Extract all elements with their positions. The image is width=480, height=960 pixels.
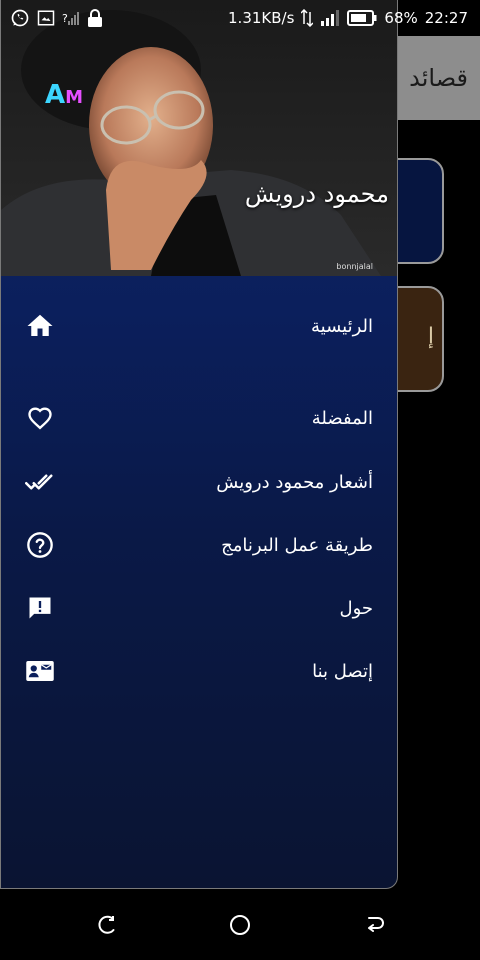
contact-card-icon: [25, 656, 55, 686]
app-title: قصائد: [409, 64, 468, 92]
lock-icon: [87, 9, 103, 27]
menu-item-label: حول: [339, 597, 373, 619]
menu-item-label: المفضلة: [311, 407, 373, 429]
home-circle-icon[interactable]: [225, 910, 255, 940]
menu-item-label: طريقة عمل البرنامج: [221, 534, 373, 556]
menu-item-contact[interactable]: إتصل بنا: [1, 643, 397, 699]
clock: 22:27: [424, 9, 468, 27]
no-signal-icon: ?: [62, 11, 80, 25]
navigation-bar: [0, 890, 480, 960]
home-icon: [25, 311, 55, 341]
photo-watermark: bonnjalal: [336, 262, 373, 271]
status-bar: ? 1.31KB/s 68% 22:27: [0, 0, 480, 36]
poem-card-text: إ: [427, 324, 434, 349]
battery-percent: 68%: [384, 9, 418, 27]
whatsapp-icon: [10, 8, 30, 28]
menu-item-home[interactable]: الرئيسية: [1, 298, 397, 354]
menu-item-about[interactable]: حول: [1, 580, 397, 636]
network-speed: 1.31KB/s: [228, 9, 295, 27]
drawer-header-name: محمود درويش: [244, 180, 389, 208]
heart-icon: [25, 403, 55, 433]
feedback-icon: [25, 593, 55, 623]
poet-photo: [1, 0, 397, 276]
double-check-icon: [25, 467, 55, 497]
menu-item-how-it-works[interactable]: طريقة عمل البرنامج: [1, 517, 397, 573]
recent-apps-icon[interactable]: [92, 910, 122, 940]
back-icon[interactable]: [360, 910, 390, 940]
help-circle-icon: [25, 530, 55, 560]
signal-icon: [320, 10, 340, 26]
menu-item-label: أشعار محمود درويش: [216, 471, 373, 493]
screenshot-icon: [37, 9, 55, 27]
battery-icon: [347, 10, 377, 26]
navigation-drawer: AM محمود درويش bonnjalal الرئيسية المفضل…: [0, 0, 398, 889]
drawer-header: AM محمود درويش bonnjalal: [1, 0, 397, 276]
data-transfer-icon: [301, 9, 314, 27]
menu-item-favorites[interactable]: المفضلة: [1, 390, 397, 446]
menu-item-label: الرئيسية: [311, 315, 373, 337]
menu-item-label: إتصل بنا: [312, 660, 373, 682]
menu-item-poems[interactable]: أشعار محمود درويش: [1, 454, 397, 510]
app-logo: AM: [45, 80, 84, 110]
